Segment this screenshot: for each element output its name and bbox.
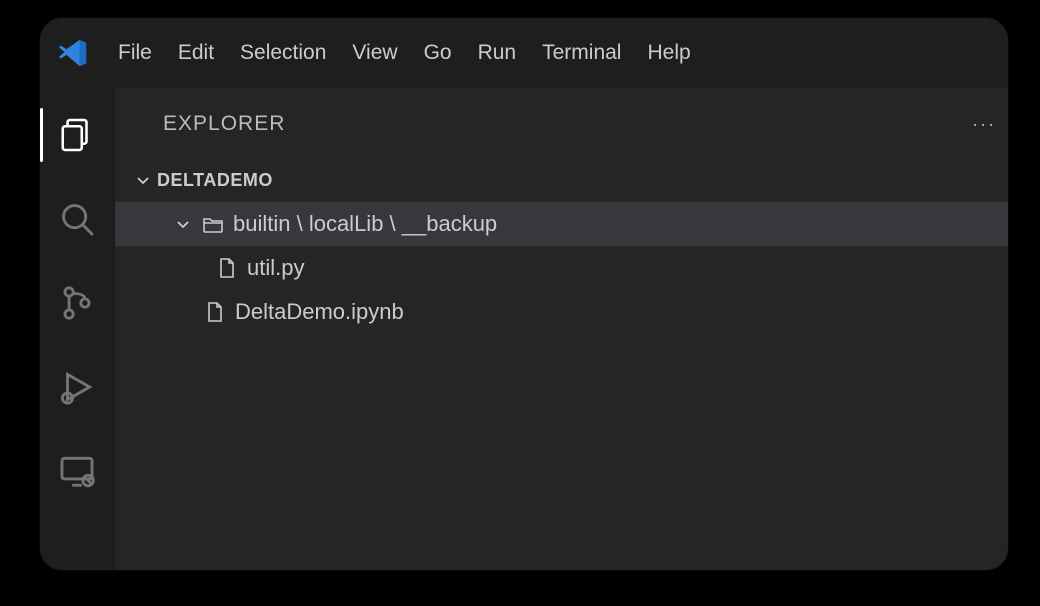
workspace-name: DELTADEMO	[157, 170, 273, 191]
titlebar: File Edit Selection View Go Run Terminal…	[40, 18, 1008, 88]
tree-file-notebook[interactable]: DeltaDemo.ipynb	[115, 290, 1008, 334]
workspace-header[interactable]: DELTADEMO	[115, 160, 1008, 200]
explorer-icon[interactable]	[58, 116, 96, 154]
window-body: EXPLORER ··· DELTADEMO	[40, 88, 1008, 570]
explorer-header: EXPLORER ···	[115, 88, 1008, 160]
tree-folder-backup[interactable]: builtin \ localLib \ __backup	[115, 202, 1008, 246]
menu-file[interactable]: File	[118, 41, 152, 65]
tree-file-label: DeltaDemo.ipynb	[235, 299, 404, 325]
tree-folder-label: builtin \ localLib \ __backup	[233, 211, 497, 237]
chevron-down-icon	[173, 214, 193, 234]
tree-file-label: util.py	[247, 255, 304, 281]
menu-terminal[interactable]: Terminal	[542, 41, 621, 65]
chevron-down-icon	[133, 170, 153, 190]
file-icon	[203, 300, 227, 324]
remote-icon[interactable]	[58, 452, 96, 490]
explorer-title: EXPLORER	[163, 112, 285, 136]
source-control-icon[interactable]	[58, 284, 96, 322]
menu-go[interactable]: Go	[424, 41, 452, 65]
menu-selection[interactable]: Selection	[240, 41, 326, 65]
vscode-window: File Edit Selection View Go Run Terminal…	[40, 18, 1008, 570]
run-debug-icon[interactable]	[58, 368, 96, 406]
file-icon	[215, 256, 239, 280]
menu-view[interactable]: View	[352, 41, 397, 65]
menu-run[interactable]: Run	[478, 41, 517, 65]
activity-bar	[40, 88, 114, 570]
tree-file-util[interactable]: util.py	[115, 246, 1008, 290]
menu-help[interactable]: Help	[647, 41, 690, 65]
explorer-sidebar: EXPLORER ··· DELTADEMO	[114, 88, 1008, 570]
search-icon[interactable]	[58, 200, 96, 238]
vscode-logo-icon	[58, 38, 88, 68]
explorer-more-icon[interactable]: ···	[972, 114, 996, 135]
menu-edit[interactable]: Edit	[178, 41, 214, 65]
folder-open-icon	[201, 212, 225, 236]
explorer-tree: builtin \ localLib \ __backup util.py	[115, 200, 1008, 334]
